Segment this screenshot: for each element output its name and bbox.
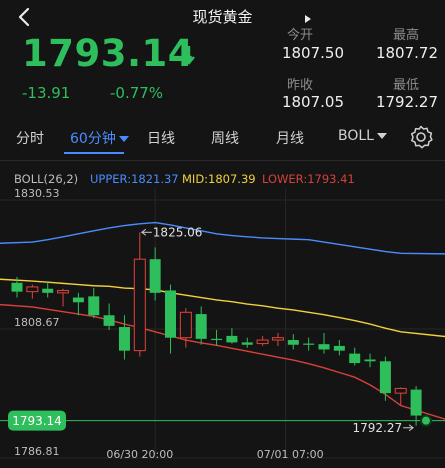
boll-mid-line — [0, 278, 445, 338]
candle-body — [118, 327, 130, 351]
candle-body — [72, 297, 84, 303]
current-price-label: 1793.14 — [12, 414, 62, 428]
open-label: 今开 — [286, 28, 313, 43]
y-tick-label: 1808.67 — [14, 316, 60, 329]
prev-close-value: 1807.05 — [281, 93, 344, 111]
candle-body — [318, 344, 330, 350]
candle-body — [88, 296, 100, 316]
x-tick-label: 07/01 07:00 — [257, 448, 324, 461]
boll-lower-line — [0, 303, 445, 420]
caret-down-icon — [376, 133, 387, 139]
low-annotation: 1792.27 — [352, 421, 402, 435]
candle-body — [26, 286, 39, 293]
x-tick-label: 06/30 20:00 — [106, 448, 173, 461]
price-change-percent: -0.77% — [110, 84, 164, 102]
high-label: 最高 — [392, 28, 419, 43]
candle-body — [57, 289, 70, 294]
candle-body — [379, 361, 391, 394]
candle-body — [271, 337, 284, 341]
active-tab-underline — [64, 152, 124, 154]
low-value: 1792.27 — [375, 93, 438, 111]
tab-indicator[interactable]: BOLL — [338, 128, 387, 144]
low-label: 最低 — [392, 78, 419, 93]
prev-close-label: 昨收 — [286, 78, 313, 93]
indicator-mid: MID:1807.39 — [182, 172, 256, 186]
tab-daily[interactable]: 日线 — [147, 128, 175, 148]
gear-icon[interactable] — [408, 124, 434, 150]
candle-body — [226, 335, 238, 343]
last-price: 1793.14 — [22, 32, 195, 75]
candlestick-chart[interactable]: 1830.53 1808.67 1786.81 06/30 20:00 07/01 07… — [0, 188, 445, 468]
tab-monthly[interactable]: 月线 — [276, 128, 304, 148]
current-price-dot — [420, 414, 432, 427]
boll-upper-line — [0, 221, 445, 255]
candle-body — [133, 258, 146, 352]
high-annotation: 1825.06 — [153, 225, 203, 239]
y-tick-label: 1830.53 — [14, 188, 60, 200]
candle-body — [287, 340, 299, 345]
tab-indicator-label: BOLL — [338, 128, 374, 144]
period-tabs: 分时 60分钟 日线 周线 月线 BOLL — [0, 118, 445, 156]
candle-body — [333, 345, 345, 351]
candle-body — [364, 359, 376, 362]
triangle-right-icon — [305, 15, 311, 23]
candle-body — [303, 343, 315, 345]
candle-body — [165, 290, 176, 338]
high-value: 1807.72 — [375, 44, 438, 62]
candle-body — [195, 314, 207, 339]
candle-body — [211, 338, 223, 341]
indicator-lower: LOWER:1793.41 — [262, 172, 355, 186]
candle-body — [256, 339, 269, 345]
indicator-name: BOLL(26,2) — [14, 172, 79, 186]
caret-down-icon — [118, 136, 129, 142]
arrow-down-icon — [183, 46, 195, 65]
candle-body — [149, 259, 161, 293]
tab-timeshare[interactable]: 分时 — [16, 128, 44, 148]
candle-body — [103, 315, 115, 326]
candle-body — [241, 342, 253, 345]
candle-body — [179, 311, 192, 339]
candle-body — [42, 288, 54, 293]
price-change: -13.91 — [22, 84, 71, 102]
y-tick-label: 1786.81 — [14, 445, 60, 458]
tab-60min[interactable]: 60分钟 — [70, 128, 129, 148]
tab-weekly[interactable]: 周线 — [211, 128, 239, 148]
candle-body — [394, 387, 407, 394]
candle-body — [11, 282, 23, 292]
candle-body — [410, 389, 422, 416]
tab-divider — [0, 160, 445, 161]
indicator-upper: UPPER:1821.37 — [90, 172, 179, 186]
candle-body — [349, 353, 361, 364]
open-value: 1807.50 — [281, 44, 344, 62]
tab-60min-label: 60分钟 — [70, 131, 116, 147]
